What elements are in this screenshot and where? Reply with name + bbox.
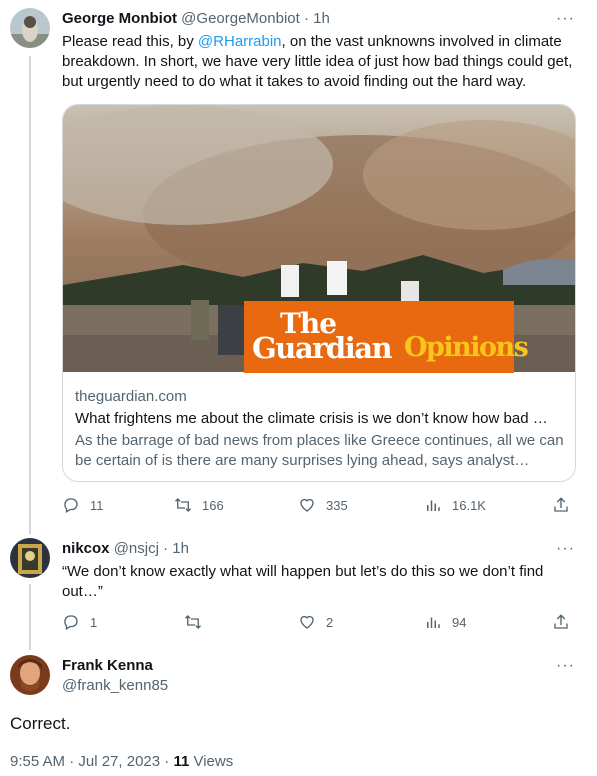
reply-button[interactable]: 1 <box>62 613 97 631</box>
share-button[interactable] <box>552 613 580 631</box>
more-options-icon[interactable]: ··· <box>556 657 575 675</box>
link-card[interactable]: The Guardian Opinions theguardian.com Wh… <box>62 104 576 482</box>
author-handle[interactable]: @frank_kenn85 <box>62 677 168 694</box>
retweet-icon <box>185 615 201 629</box>
tweet-time[interactable]: 1h <box>172 540 189 557</box>
guardian-opinions: Opinions <box>404 332 529 363</box>
like-button[interactable]: 2 <box>298 613 333 631</box>
retweet-count: 166 <box>202 497 224 513</box>
author-name[interactable]: nikcox <box>62 540 110 557</box>
avatar[interactable] <box>10 8 50 48</box>
analytics-icon <box>427 617 440 628</box>
more-options-icon[interactable]: ··· <box>556 540 575 558</box>
views-button[interactable]: 16.1K <box>424 496 486 514</box>
views-count: 16.1K <box>452 497 486 513</box>
separator: · <box>158 540 173 557</box>
reply-count: 1 <box>90 614 98 630</box>
views-count: 94 <box>452 614 467 630</box>
card-meta: theguardian.com What frightens me about … <box>75 387 565 471</box>
tweet-text: Please read this, by @RHarrabin, on the … <box>62 32 577 92</box>
views-count: 11 <box>173 753 190 770</box>
views-button[interactable]: 94 <box>424 613 466 631</box>
like-button[interactable]: 335 <box>298 496 348 514</box>
thread-line <box>29 56 31 534</box>
tweet-actions: 11 166 335 16.1K <box>62 496 577 516</box>
tweet-text-part: Please read this, by <box>62 33 198 50</box>
tweet-text: “We don’t know exactly what will happen … <box>62 563 544 600</box>
reply-icon <box>64 615 78 630</box>
analytics-icon <box>427 500 440 511</box>
like-count: 335 <box>326 497 348 513</box>
separator: · <box>299 10 314 27</box>
card-title: What frightens me about the climate cris… <box>75 410 548 427</box>
card-domain: theguardian.com <box>75 388 187 405</box>
share-icon <box>554 497 568 512</box>
tweet-actions: 1 2 94 <box>62 613 577 633</box>
tweet-time[interactable]: 1h <box>313 10 330 27</box>
tweet-footer: 9:55 AM · Jul 27, 2023 · 11 Views <box>10 753 233 770</box>
like-count: 2 <box>326 614 334 630</box>
tweet-header: nikcox @nsjcj · 1h <box>62 540 189 557</box>
avatar[interactable] <box>10 538 50 578</box>
reply-icon <box>64 498 78 513</box>
avatar[interactable] <box>10 655 50 695</box>
author-handle[interactable]: @GeorgeMonbiot <box>181 10 300 27</box>
author-handle[interactable]: @nsjcj <box>114 540 159 557</box>
heart-icon <box>300 498 314 512</box>
guardian-logo: The Guardian Opinions <box>244 301 529 373</box>
views-label: Views <box>189 753 234 770</box>
thread-line <box>29 584 31 650</box>
tweet-header: George Monbiot @GeorgeMonbiot · 1h <box>62 10 330 27</box>
reply-count: 11 <box>90 497 104 513</box>
author-name[interactable]: Frank Kenna <box>62 657 153 674</box>
share-icon <box>554 614 568 629</box>
mention-link[interactable]: @RHarrabin <box>198 33 282 50</box>
reply-button[interactable]: 11 <box>62 496 104 514</box>
timestamp[interactable]: 9:55 AM · Jul 27, 2023 · <box>10 753 173 770</box>
retweet-icon <box>175 498 191 512</box>
tweet-text: Correct. <box>10 714 71 733</box>
heart-icon <box>300 615 314 629</box>
guardian-wordmark: Guardian <box>252 331 393 365</box>
share-button[interactable] <box>552 496 580 514</box>
author-name[interactable]: George Monbiot <box>62 10 177 27</box>
card-description: As the barrage of bad news from places l… <box>75 432 564 469</box>
retweet-button[interactable] <box>184 613 212 631</box>
retweet-button[interactable]: 166 <box>174 496 224 514</box>
more-options-icon[interactable]: ··· <box>556 10 575 28</box>
